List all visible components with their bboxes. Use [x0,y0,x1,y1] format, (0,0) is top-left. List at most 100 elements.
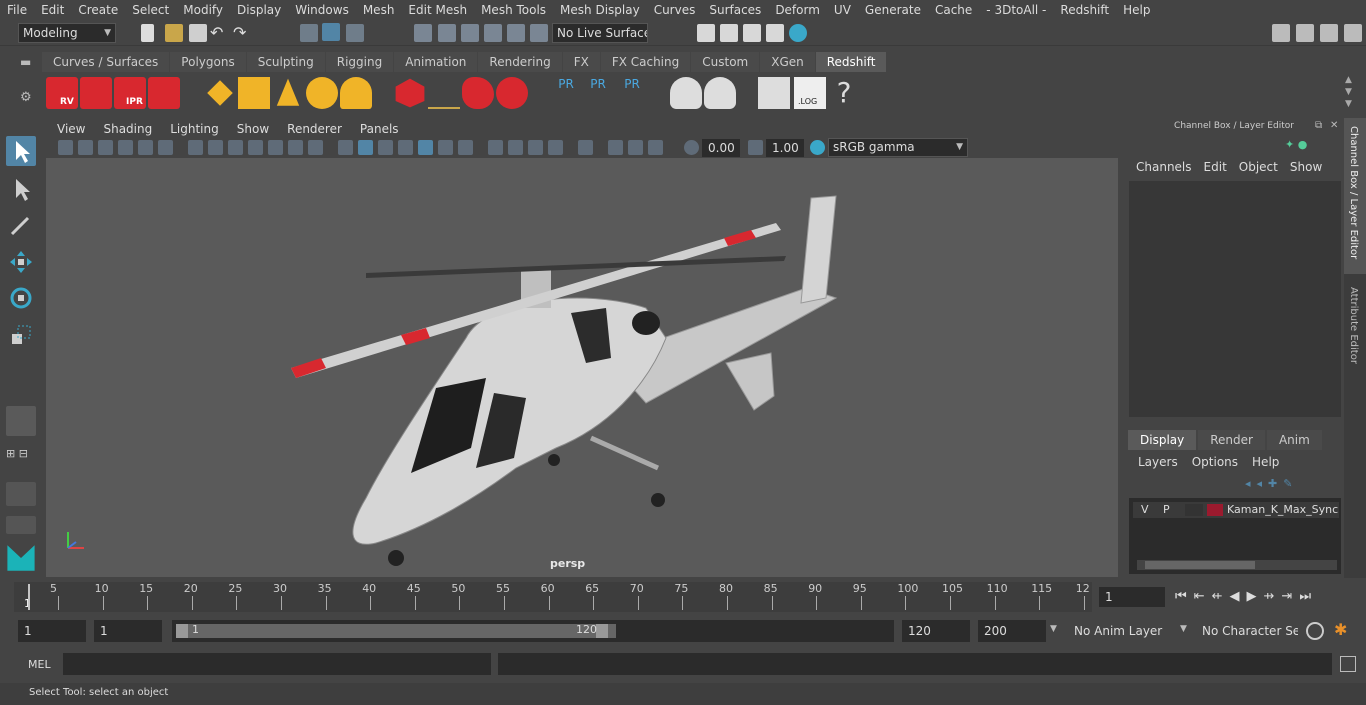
undo-icon[interactable]: ↶ [210,24,228,42]
outliner-layout-icon[interactable] [6,516,36,534]
hair-button[interactable] [428,77,460,109]
select-object-icon[interactable] [322,23,340,41]
gamma-field[interactable]: 1.00 [766,139,804,157]
menu-3dtoall[interactable]: - 3DtoAll - [979,0,1053,20]
grid-icon[interactable] [188,140,203,155]
menu-surfaces[interactable]: Surfaces [702,0,768,20]
new-scene-icon[interactable] [141,24,154,42]
channel-box-menu-edit[interactable]: Edit [1198,160,1233,174]
xray-icon[interactable] [608,140,623,155]
redshift-render-view-button[interactable]: RV [46,77,78,109]
toggle-channel-box-icon[interactable] [1344,24,1362,42]
redshift-ipr-button[interactable]: IPR [114,77,146,109]
range-slider-track[interactable]: 1 120 [172,620,894,642]
menu-redshift[interactable]: Redshift [1053,0,1116,20]
redshift-batch-render-button[interactable] [80,77,112,109]
layer-menu-options[interactable]: Options [1185,455,1245,469]
shader-button[interactable] [462,77,494,109]
layer-visibility-toggle[interactable]: V [1141,503,1149,516]
shelf-tab-rigging[interactable]: Rigging [325,52,394,72]
bookmark-icon[interactable] [98,140,113,155]
layer-menu-layers[interactable]: Layers [1131,455,1185,469]
two-d-pan-zoom-icon[interactable] [138,140,153,155]
menu-create[interactable]: Create [71,0,125,20]
log-button[interactable]: .LOG [794,77,826,109]
camera-attributes-icon[interactable] [78,140,93,155]
snap-grid-icon[interactable] [414,24,432,42]
lasso-tool-icon[interactable] [6,174,36,204]
menu-uv[interactable]: UV [827,0,858,20]
textured-icon[interactable] [418,140,433,155]
xray-joints-icon[interactable] [648,140,663,155]
range-start-handle[interactable] [176,624,188,638]
animation-preferences-icon[interactable]: ✱ [1334,620,1347,639]
layer-actions-icons[interactable]: ◂◂✚✎ [1245,477,1335,491]
portal-light-button[interactable] [238,77,270,109]
film-gate-icon[interactable] [208,140,223,155]
use-all-lights-icon[interactable] [438,140,453,155]
isolate-select-icon[interactable] [578,140,593,155]
snap-point-icon[interactable] [461,24,479,42]
layer-tab-display[interactable]: Display [1128,430,1197,450]
chevron-down-icon[interactable]: ▼ [1180,624,1187,634]
scale-tool-icon[interactable] [6,320,36,350]
shadows-icon[interactable] [458,140,473,155]
tab-channel-box[interactable]: Channel Box / Layer Editor [1344,118,1366,274]
open-scene-icon[interactable] [165,24,183,42]
multisample-aa-icon[interactable] [528,140,543,155]
step-back-key-icon[interactable]: ⇷ [1212,589,1230,604]
shelf-tab-rendering[interactable]: Rendering [478,52,562,72]
grease-pencil-icon[interactable] [158,140,173,155]
script-editor-button[interactable] [758,77,790,109]
shelf-scroll-arrows-icon[interactable]: ▲ ▼ ▼ [1345,74,1359,110]
layer-tab-render[interactable]: Render [1198,430,1265,450]
anim-layer-selector[interactable]: No Anim Layer [1068,620,1188,642]
step-back-icon[interactable]: ⇤ [1194,589,1212,604]
color-management-icon[interactable] [810,140,825,155]
layer-display-type[interactable] [1185,504,1203,516]
range-slider-bar[interactable] [176,624,616,638]
depth-of-field-icon[interactable] [548,140,563,155]
play-forward-icon[interactable]: ▶ [1247,589,1264,604]
shelf-tab-fx[interactable]: FX [562,52,600,72]
scrollbar-thumb[interactable] [1145,561,1255,569]
image-plane-icon[interactable] [118,140,133,155]
channel-box-list[interactable] [1129,181,1341,417]
viewport-menu-panels[interactable]: Panels [351,121,408,138]
layer-name[interactable]: Kaman_K_Max_Synchro [1227,503,1339,516]
toggle-tool-settings-icon[interactable] [1320,24,1338,42]
paint-select-tool-icon[interactable] [6,210,36,240]
xray-active-components-icon[interactable] [628,140,643,155]
select-camera-icon[interactable] [58,140,73,155]
viewport-menu-lighting[interactable]: Lighting [161,121,228,138]
pr-export-button[interactable]: PR [582,77,614,109]
save-scene-icon[interactable] [189,24,207,42]
layer-playback-toggle[interactable]: P [1163,503,1170,516]
step-forward-icon[interactable]: ⇥ [1281,589,1299,604]
menu-edit[interactable]: Edit [34,0,71,20]
shelf-tab-polygons[interactable]: Polygons [170,52,246,72]
playback-end-field[interactable]: 120 [902,620,970,642]
menu-modify[interactable]: Modify [176,0,230,20]
snap-surface-icon[interactable] [507,24,525,42]
four-view-layout-icon[interactable] [6,482,36,506]
script-editor-icon[interactable] [1340,656,1356,672]
menu-display[interactable]: Display [230,0,288,20]
shelf-tab-animation[interactable]: Animation [394,52,478,72]
render-view-icon[interactable] [697,24,715,42]
toggle-attribute-editor-icon[interactable] [1296,24,1314,42]
perspective-viewport[interactable]: persp [46,158,1118,577]
close-icon[interactable]: ✕ [1330,120,1338,131]
shelf-tab-redshift[interactable]: Redshift [815,52,887,72]
workspace-selector[interactable]: Modeling ▼ [18,23,116,43]
move-tool-icon[interactable] [6,247,36,277]
pr-convert-button[interactable]: PR [616,77,648,109]
layer-list[interactable]: V P Kaman_K_Max_Synchro [1129,498,1341,574]
menu-mesh[interactable]: Mesh [356,0,402,20]
area-light-button[interactable] [207,80,233,106]
sun-sky-button[interactable] [340,77,372,109]
gate-mask-icon[interactable] [248,140,263,155]
smooth-shade-icon[interactable] [358,140,373,155]
start-time-field[interactable]: 1 [18,620,86,642]
menu-edit-mesh[interactable]: Edit Mesh [401,0,474,20]
